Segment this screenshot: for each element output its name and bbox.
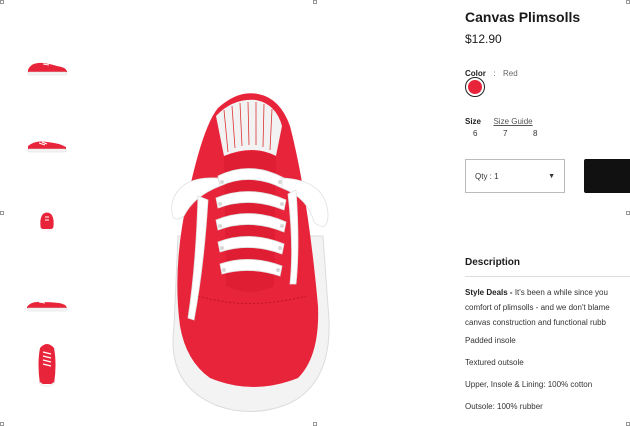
thumb-angled-view[interactable] <box>22 126 72 164</box>
feature-item: Upper, Insole & Lining: 100% cotton <box>465 380 593 389</box>
description-line-1-text: It's been a while since you <box>514 288 608 297</box>
size-row: Size Size Guide <box>465 111 533 129</box>
thumb-side-view-2[interactable] <box>22 284 72 322</box>
feature-item: Outsole: 100% rubber <box>465 402 543 411</box>
size-label: Size <box>465 117 482 126</box>
selection-handle <box>313 422 317 426</box>
color-swatch-red[interactable] <box>465 77 485 97</box>
size-option-6[interactable]: 6 <box>465 129 495 138</box>
selection-handle <box>313 0 317 4</box>
feature-item: Textured outsole <box>465 358 524 367</box>
quantity-select[interactable]: Qty : 1 ▼ <box>465 159 565 193</box>
color-value: Red <box>503 69 518 78</box>
divider <box>465 276 630 277</box>
description-lead: Style Deals - <box>465 288 515 297</box>
swatch-fill <box>468 80 482 94</box>
description-text: Style Deals - It's been a while since yo… <box>465 285 630 330</box>
selection-handle <box>0 422 4 426</box>
description-line-2: comfort of plimsolls - and we don't blam… <box>465 303 610 312</box>
thumb-front-view[interactable] <box>22 202 72 240</box>
description-line-3: canvas construction and functional rubb <box>465 318 606 327</box>
product-main-image <box>158 86 348 416</box>
description-title: Description <box>465 257 521 268</box>
add-to-bag-button[interactable] <box>584 159 630 193</box>
thumb-top-view[interactable] <box>22 336 72 390</box>
selection-handle <box>0 0 4 4</box>
size-guide-link[interactable]: Size Guide <box>493 117 532 126</box>
size-option-8[interactable]: 8 <box>525 129 555 138</box>
selection-handle <box>0 211 4 215</box>
description-line-1: Style Deals - It's been a while since yo… <box>465 285 630 300</box>
product-title: Canvas Plimsolls <box>465 9 581 25</box>
chevron-down-icon: ▼ <box>548 172 555 180</box>
product-info-panel: Canvas Plimsolls $12.90 Color : Red Size… <box>465 0 630 426</box>
product-price: $12.90 <box>465 32 502 46</box>
color-separator: : <box>493 69 496 78</box>
size-options: 6 7 8 <box>465 129 555 138</box>
thumb-side-view[interactable] <box>22 48 72 86</box>
quantity-value: Qty : 1 <box>475 171 499 181</box>
size-option-7[interactable]: 7 <box>495 129 525 138</box>
feature-item: Padded insole <box>465 336 516 345</box>
